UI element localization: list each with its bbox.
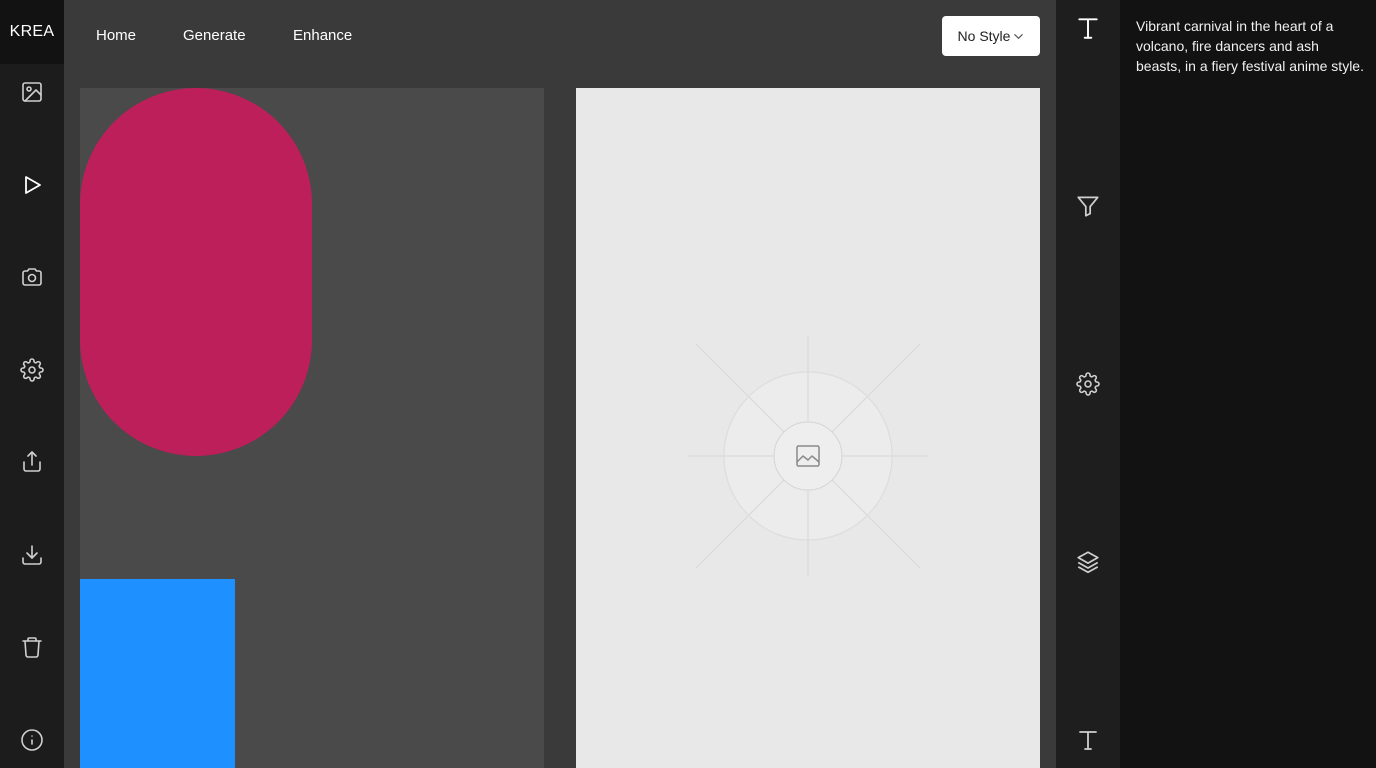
text-tool-button[interactable] — [1072, 12, 1104, 44]
output-canvas — [576, 88, 1040, 768]
delete-button[interactable] — [16, 631, 48, 663]
nav-generate-link[interactable]: Generate — [183, 26, 246, 46]
output-placeholder — [688, 336, 928, 576]
camera-button[interactable] — [16, 261, 48, 293]
settings-tool-button[interactable] — [1072, 368, 1104, 400]
krea-logo[interactable]: KREA — [0, 0, 64, 64]
play-button[interactable] — [16, 169, 48, 201]
prompt-panel: Vibrant carnival in the heart of a volca… — [1120, 0, 1376, 768]
settings-button[interactable] — [16, 354, 48, 386]
input-canvas[interactable] — [80, 88, 544, 768]
image-icon — [22, 82, 42, 102]
download-button[interactable] — [16, 539, 48, 571]
layers-icon — [1077, 551, 1099, 574]
left-sidebar: KREA — [0, 0, 64, 768]
filter-icon — [1077, 196, 1099, 217]
pill-shape[interactable] — [80, 88, 312, 456]
text-tool-button-bottom[interactable] — [1072, 724, 1104, 756]
nav-home-link[interactable]: Home — [96, 26, 136, 46]
filter-tool-button[interactable] — [1072, 190, 1104, 222]
style-dropdown[interactable]: No Style — [942, 16, 1040, 56]
download-icon — [22, 545, 42, 565]
nav-enhance-link[interactable]: Enhance — [293, 26, 352, 46]
settings-icon — [1076, 372, 1100, 396]
chevron-down-icon — [1014, 33, 1024, 39]
trash-icon — [22, 637, 42, 658]
right-toolbar — [1056, 0, 1120, 768]
top-nav: Home Generate Enhance — [64, 0, 1056, 72]
blue-rectangle[interactable] — [80, 579, 235, 768]
play-icon — [25, 176, 41, 194]
info-icon — [21, 729, 43, 751]
share-icon — [23, 451, 41, 472]
info-button[interactable] — [16, 724, 48, 756]
prompt-text[interactable]: Vibrant carnival in the heart of a volca… — [1136, 16, 1364, 76]
style-dropdown-value: No Style — [957, 28, 1011, 44]
settings-icon — [20, 358, 44, 382]
text-icon — [1078, 18, 1098, 39]
image-button[interactable] — [16, 76, 48, 108]
share-button[interactable] — [16, 446, 48, 478]
text-icon — [1079, 731, 1097, 750]
layers-tool-button[interactable] — [1072, 546, 1104, 578]
camera-icon — [22, 268, 42, 286]
